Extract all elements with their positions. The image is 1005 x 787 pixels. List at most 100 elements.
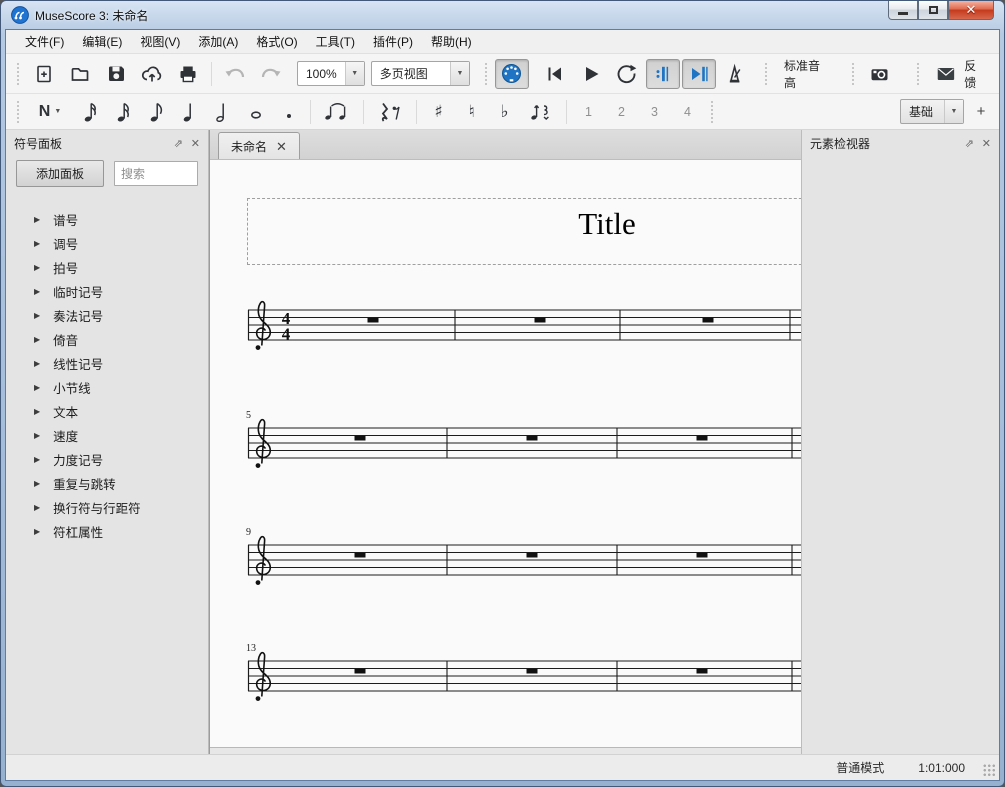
add-palettes-button[interactable]: 添加面板 [16,160,104,187]
midi-input-toggle[interactable] [495,59,529,89]
metronome-button[interactable] [718,59,752,89]
note-input-mode-button[interactable]: N ▼ [27,98,73,126]
print-button[interactable] [171,59,205,89]
note-quarter-button[interactable] [174,98,205,126]
menu-format[interactable]: 格式(O) [247,30,306,53]
close-panel-icon[interactable]: ✕ [191,137,200,150]
zoom-select[interactable]: 100% ▼ [297,61,365,86]
voice-1-button[interactable]: 1 [573,98,604,126]
expand-arrow-icon[interactable]: ▶ [34,503,40,512]
note-half-button[interactable] [207,98,238,126]
expand-arrow-icon[interactable]: ▶ [34,359,40,368]
play-button[interactable] [574,59,608,89]
palette-item-tempo[interactable]: ▶速度 [6,423,208,447]
loop-playback-button[interactable] [610,59,644,89]
expand-arrow-icon[interactable]: ▶ [34,455,40,464]
save-button[interactable] [99,59,133,89]
toolbar-grip[interactable] [763,61,769,87]
undo-button[interactable] [218,59,252,89]
natural-button[interactable]: ♮ [456,98,487,126]
palette-search-input[interactable] [114,161,198,186]
tab-close-icon[interactable]: ✕ [276,140,287,153]
flip-direction-button[interactable] [522,98,560,126]
save-online-button[interactable] [135,59,169,89]
view-mode-select[interactable]: 多页视图 ▼ [371,61,470,86]
expand-arrow-icon[interactable]: ▶ [34,311,40,320]
treble-clef[interactable] [256,302,271,350]
palette-item-accidentals[interactable]: ▶临时记号 [6,279,208,303]
menu-add[interactable]: 添加(A) [189,30,247,53]
maximize-button[interactable] [918,1,948,20]
new-score-button[interactable] [27,59,61,89]
redo-button[interactable] [254,59,288,89]
palette-item-repeats-and-jumps[interactable]: ▶重复与跳转 [6,471,208,495]
menu-help[interactable]: 帮助(H) [422,30,481,53]
expand-arrow-icon[interactable]: ▶ [34,239,40,248]
document-tab[interactable]: 未命名 ✕ [218,132,300,159]
menu-file[interactable]: 文件(F) [16,30,73,53]
toolbar-grip[interactable] [483,61,489,87]
note-16th-button[interactable] [108,98,139,126]
concert-pitch-button[interactable]: 标准音高 [775,59,835,89]
expand-arrow-icon[interactable]: ▶ [34,335,40,344]
voice-4-button[interactable]: 4 [672,98,703,126]
palette-item-text[interactable]: ▶文本 [6,399,208,423]
note-whole-button[interactable] [240,98,271,126]
whole-rest[interactable] [697,436,708,441]
close-panel-icon[interactable]: ✕ [982,137,991,150]
palette-item-breaks-and-spacers[interactable]: ▶换行符与行距符 [6,495,208,519]
workspace-select[interactable]: 基础 ▼ [900,99,964,124]
toolbar-grip[interactable] [850,61,856,87]
expand-arrow-icon[interactable]: ▶ [34,479,40,488]
expand-arrow-icon[interactable]: ▶ [34,215,40,224]
title-frame[interactable] [247,198,801,265]
palette-item-key-signatures[interactable]: ▶调号 [6,231,208,255]
menu-view[interactable]: 视图(V) [131,30,189,53]
augmentation-dot-button[interactable] [273,98,304,126]
play-repeats-toggle[interactable] [646,59,680,89]
expand-arrow-icon[interactable]: ▶ [34,527,40,536]
view-mode-caret-button[interactable]: ▼ [450,62,469,85]
rest-button[interactable] [370,98,410,126]
toolbar-grip[interactable] [15,61,21,87]
float-panel-icon[interactable]: ⇗ [174,137,183,150]
score-canvas[interactable]: Title 4 4 [210,160,801,754]
treble-clef[interactable] [256,537,271,585]
palette-item-clefs[interactable]: ▶谱号 [6,207,208,231]
pan-score-toggle[interactable] [682,59,716,89]
palette-item-lines[interactable]: ▶线性记号 [6,351,208,375]
menu-tools[interactable]: 工具(T) [307,30,364,53]
palette-item-dynamics[interactable]: ▶力度记号 [6,447,208,471]
flat-button[interactable]: ♭ [489,98,520,126]
workspace-caret-button[interactable]: ▼ [944,100,963,123]
expand-arrow-icon[interactable]: ▶ [34,263,40,272]
expand-arrow-icon[interactable]: ▶ [34,431,40,440]
palette-item-grace-notes[interactable]: ▶倚音 [6,327,208,351]
whole-rest[interactable] [527,669,538,674]
close-button[interactable]: ✕ [948,1,994,20]
expand-arrow-icon[interactable]: ▶ [34,407,40,416]
score-page[interactable]: Title 4 4 [210,160,801,748]
whole-rest[interactable] [527,436,538,441]
toolbar-grip[interactable] [709,99,715,125]
zoom-caret-button[interactable]: ▼ [345,62,364,85]
menu-edit[interactable]: 编辑(E) [73,30,131,53]
float-panel-icon[interactable]: ⇗ [965,137,974,150]
voice-3-button[interactable]: 3 [639,98,670,126]
time-signature[interactable]: 4 4 [282,309,291,344]
whole-rest[interactable] [535,318,546,323]
whole-rest[interactable] [355,669,366,674]
resize-grip[interactable] [983,764,996,777]
treble-clef[interactable] [256,420,271,468]
whole-rest[interactable] [697,669,708,674]
menu-plugins[interactable]: 插件(P) [364,30,422,53]
expand-arrow-icon[interactable]: ▶ [34,287,40,296]
open-file-button[interactable] [63,59,97,89]
note-8th-button[interactable] [141,98,172,126]
minimize-button[interactable] [888,1,918,20]
whole-rest[interactable] [703,318,714,323]
whole-rest[interactable] [368,318,379,323]
add-workspace-button[interactable]: + [968,98,994,126]
whole-rest[interactable] [355,436,366,441]
feedback-button[interactable]: 反馈 [927,59,994,89]
